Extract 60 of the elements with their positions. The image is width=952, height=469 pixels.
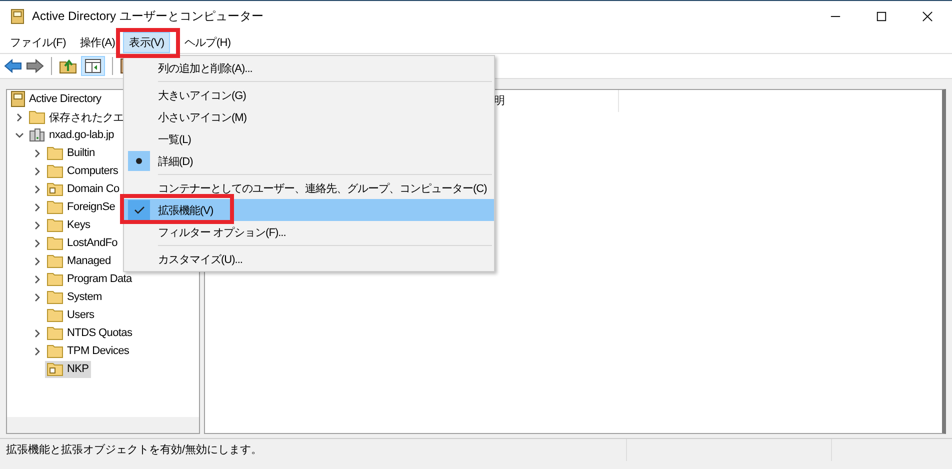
menu-item[interactable]: 列の追加と削除(A)... — [124, 57, 494, 79]
folder-icon — [47, 344, 63, 358]
folder-icon — [29, 110, 45, 124]
tree-item[interactable]: Keys — [45, 216, 92, 234]
menu-item[interactable]: 詳細(D) — [124, 150, 494, 172]
chevron-down-icon[interactable] — [14, 130, 24, 140]
chevron-right-icon[interactable] — [14, 112, 24, 122]
tree-item[interactable]: LostAndFo — [45, 234, 120, 252]
console-tree-icon[interactable] — [84, 58, 102, 74]
status-text: 拡張機能と拡張オブジェクトを有効/無効にします。 — [0, 439, 627, 461]
tree-item[interactable]: nxad.go-lab.jp — [27, 126, 116, 144]
checkmark-icon — [134, 206, 144, 214]
folder-icon — [47, 308, 63, 322]
folder-icon — [47, 272, 63, 286]
folder-icon — [47, 200, 63, 214]
menu-item[interactable]: コンテナーとしてのユーザー、連絡先、グループ、コンピューター(C) — [124, 177, 494, 199]
menu-item[interactable]: 大きいアイコン(G) — [124, 84, 494, 106]
tree-item[interactable]: Builtin — [45, 144, 97, 162]
tree-item[interactable]: Computers — [45, 162, 120, 180]
tree-item[interactable]: Active Directory — [9, 90, 104, 108]
folder-icon — [47, 254, 63, 268]
folder-icon — [47, 218, 63, 232]
tree-item[interactable]: 保存されたクエ — [27, 108, 126, 126]
folder-icon — [47, 236, 63, 250]
folder-icon — [47, 182, 63, 196]
menu-bar-item[interactable]: 表示(V) — [123, 32, 170, 52]
menu-item[interactable]: 一覧(L) — [124, 128, 494, 150]
menu-bar-item[interactable]: 操作(A) — [74, 32, 122, 52]
folder-icon — [47, 164, 63, 178]
maximize-icon[interactable] — [876, 10, 887, 22]
highlight-frame — [116, 28, 180, 58]
server-icon — [29, 128, 45, 142]
close-icon[interactable] — [922, 10, 933, 22]
tree-item[interactable]: ForeignSe — [45, 198, 118, 216]
folder-icon — [47, 146, 63, 160]
tree-item[interactable]: System — [45, 288, 104, 306]
folder-icon — [47, 326, 63, 340]
menu-item[interactable]: 拡張機能(V) — [124, 199, 494, 221]
window-title: Active Directory ユーザーとコンピューター — [32, 8, 264, 24]
bullet-icon — [136, 158, 142, 164]
menu-bar-item[interactable]: ヘルプ(H) — [178, 32, 237, 52]
app-icon — [11, 8, 24, 24]
app-icon — [11, 91, 25, 107]
tree-item[interactable]: Program Data — [45, 270, 134, 288]
tree-item[interactable]: TPM Devices — [45, 342, 132, 360]
menu-item[interactable]: カスタマイズ(U)... — [124, 248, 494, 270]
menu-bar-item[interactable]: ファイル(F) — [4, 32, 72, 52]
tree-item[interactable]: Domain Co — [45, 180, 122, 198]
tree-item[interactable]: NTDS Quotas — [45, 324, 134, 342]
menu-item[interactable]: フィルター オプション(F)... — [124, 221, 494, 243]
tree-item[interactable]: Managed — [45, 252, 113, 270]
folder-icon — [47, 362, 63, 376]
folder-up-icon[interactable] — [59, 58, 77, 74]
folder-icon — [47, 290, 63, 304]
back-arrow-icon[interactable] — [4, 58, 22, 74]
tree-item[interactable]: NKP — [45, 360, 91, 378]
menu-item[interactable]: 小さいアイコン(M) — [124, 106, 494, 128]
forward-arrow-icon[interactable] — [26, 58, 44, 74]
horizontal-scrollbar[interactable] — [7, 417, 199, 433]
tree-item[interactable]: Users — [45, 306, 96, 324]
